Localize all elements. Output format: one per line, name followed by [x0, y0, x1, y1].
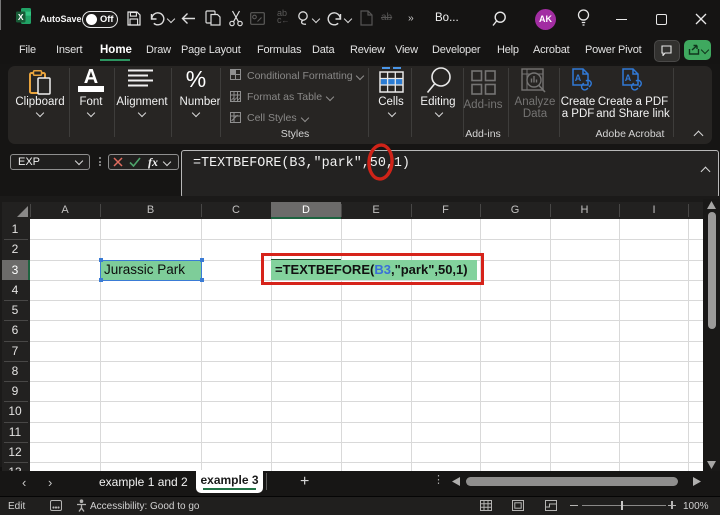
svg-text:A: A	[575, 73, 582, 83]
svg-text:X: X	[18, 12, 24, 22]
svg-text:A: A	[625, 73, 632, 83]
